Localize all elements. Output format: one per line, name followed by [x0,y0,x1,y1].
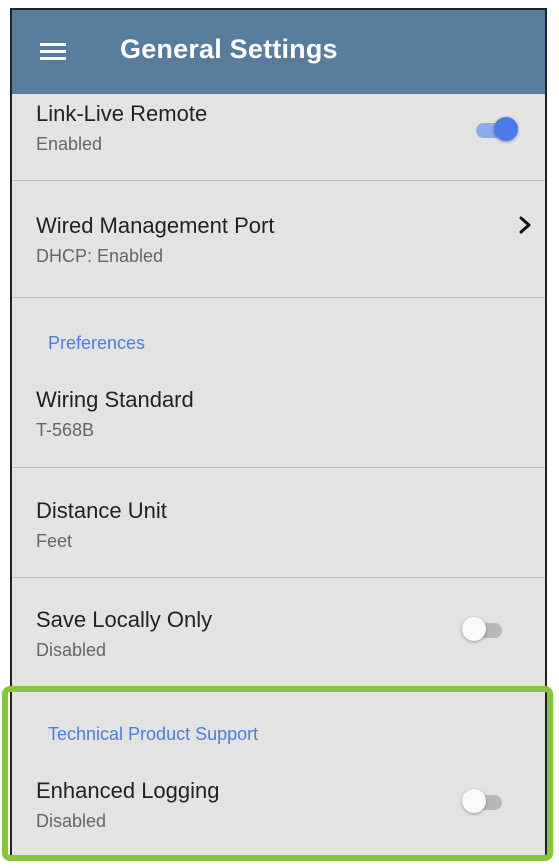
setting-status: DHCP: Enabled [36,246,164,266]
app-bar: General Settings [12,10,545,94]
setting-wiring-standard[interactable]: Preferences Wiring Standard T-568B [12,298,545,468]
setting-save-locally-only[interactable]: Save Locally Only Disabled [12,578,545,689]
setting-status: T-568B [36,420,95,440]
setting-title: Save Locally Only [36,607,213,632]
setting-link-live-remote[interactable]: Link-Live Remote Enabled [12,94,545,181]
setting-status: Disabled [36,640,107,660]
page-title: General Settings [120,34,338,64]
setting-title: Link-Live Remote [36,101,208,126]
save-locally-toggle[interactable] [462,617,504,641]
setting-status: Disabled [36,811,107,831]
setting-title: Wiring Standard [36,387,194,412]
setting-wired-management-port[interactable]: Wired Management Port DHCP: Enabled [12,181,545,298]
setting-status: Enabled [36,134,103,154]
setting-title: Wired Management Port [36,213,275,238]
setting-distance-unit[interactable]: Distance Unit Feet [12,468,545,578]
settings-screen: General Settings Link-Live Remote Enable… [10,8,547,861]
enhanced-logging-toggle[interactable] [462,789,504,813]
setting-title: Distance Unit [36,498,167,523]
section-header-technical-product-support: Technical Product Support [48,724,259,744]
chevron-right-icon [519,216,531,234]
setting-enhanced-logging[interactable]: Technical Product Support Enhanced Loggi… [12,689,545,859]
setting-status: Feet [36,531,73,551]
setting-title: Enhanced Logging [36,778,220,803]
link-live-toggle[interactable] [476,117,518,141]
hamburger-menu-icon[interactable] [40,43,66,61]
section-header-preferences: Preferences [48,333,146,353]
